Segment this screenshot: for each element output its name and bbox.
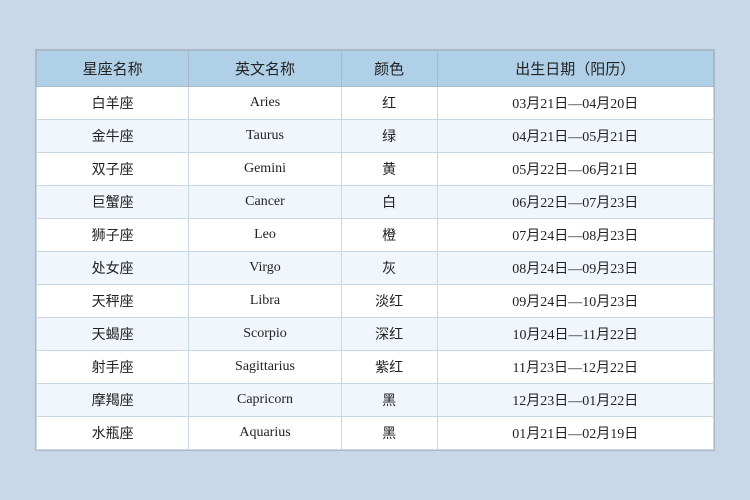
cell-4-1: Leo (189, 219, 341, 252)
cell-10-0: 水瓶座 (37, 417, 189, 450)
cell-5-3: 08月24日—09月23日 (437, 252, 713, 285)
cell-9-1: Capricorn (189, 384, 341, 417)
cell-4-3: 07月24日—08月23日 (437, 219, 713, 252)
cell-2-0: 双子座 (37, 153, 189, 186)
cell-1-0: 金牛座 (37, 120, 189, 153)
cell-7-2: 深红 (341, 318, 437, 351)
cell-10-2: 黑 (341, 417, 437, 450)
header-col-3: 出生日期（阳历） (437, 51, 713, 87)
table-row: 处女座Virgo灰08月24日—09月23日 (37, 252, 714, 285)
cell-6-2: 淡红 (341, 285, 437, 318)
table-row: 狮子座Leo橙07月24日—08月23日 (37, 219, 714, 252)
cell-7-0: 天蝎座 (37, 318, 189, 351)
zodiac-table: 星座名称英文名称颜色出生日期（阳历） 白羊座Aries红03月21日—04月20… (36, 50, 714, 450)
cell-0-0: 白羊座 (37, 87, 189, 120)
cell-8-2: 紫红 (341, 351, 437, 384)
cell-3-2: 白 (341, 186, 437, 219)
cell-7-1: Scorpio (189, 318, 341, 351)
header-col-0: 星座名称 (37, 51, 189, 87)
table-row: 金牛座Taurus绿04月21日—05月21日 (37, 120, 714, 153)
table-row: 天蝎座Scorpio深红10月24日—11月22日 (37, 318, 714, 351)
table-row: 天秤座Libra淡红09月24日—10月23日 (37, 285, 714, 318)
cell-6-0: 天秤座 (37, 285, 189, 318)
cell-3-1: Cancer (189, 186, 341, 219)
zodiac-table-wrapper: 星座名称英文名称颜色出生日期（阳历） 白羊座Aries红03月21日—04月20… (35, 49, 715, 451)
cell-4-2: 橙 (341, 219, 437, 252)
cell-2-3: 05月22日—06月21日 (437, 153, 713, 186)
cell-5-0: 处女座 (37, 252, 189, 285)
header-col-1: 英文名称 (189, 51, 341, 87)
cell-10-3: 01月21日—02月19日 (437, 417, 713, 450)
cell-8-0: 射手座 (37, 351, 189, 384)
table-row: 白羊座Aries红03月21日—04月20日 (37, 87, 714, 120)
cell-3-3: 06月22日—07月23日 (437, 186, 713, 219)
cell-5-1: Virgo (189, 252, 341, 285)
cell-1-3: 04月21日—05月21日 (437, 120, 713, 153)
cell-10-1: Aquarius (189, 417, 341, 450)
table-row: 双子座Gemini黄05月22日—06月21日 (37, 153, 714, 186)
table-body: 白羊座Aries红03月21日—04月20日金牛座Taurus绿04月21日—0… (37, 87, 714, 450)
cell-7-3: 10月24日—11月22日 (437, 318, 713, 351)
table-header-row: 星座名称英文名称颜色出生日期（阳历） (37, 51, 714, 87)
table-row: 摩羯座Capricorn黑12月23日—01月22日 (37, 384, 714, 417)
cell-5-2: 灰 (341, 252, 437, 285)
cell-0-2: 红 (341, 87, 437, 120)
cell-8-3: 11月23日—12月22日 (437, 351, 713, 384)
cell-1-1: Taurus (189, 120, 341, 153)
table-row: 射手座Sagittarius紫红11月23日—12月22日 (37, 351, 714, 384)
table-row: 水瓶座Aquarius黑01月21日—02月19日 (37, 417, 714, 450)
cell-6-1: Libra (189, 285, 341, 318)
cell-0-1: Aries (189, 87, 341, 120)
cell-8-1: Sagittarius (189, 351, 341, 384)
cell-2-2: 黄 (341, 153, 437, 186)
cell-2-1: Gemini (189, 153, 341, 186)
cell-0-3: 03月21日—04月20日 (437, 87, 713, 120)
cell-6-3: 09月24日—10月23日 (437, 285, 713, 318)
cell-4-0: 狮子座 (37, 219, 189, 252)
cell-1-2: 绿 (341, 120, 437, 153)
cell-9-3: 12月23日—01月22日 (437, 384, 713, 417)
cell-9-0: 摩羯座 (37, 384, 189, 417)
header-col-2: 颜色 (341, 51, 437, 87)
table-row: 巨蟹座Cancer白06月22日—07月23日 (37, 186, 714, 219)
cell-9-2: 黑 (341, 384, 437, 417)
cell-3-0: 巨蟹座 (37, 186, 189, 219)
